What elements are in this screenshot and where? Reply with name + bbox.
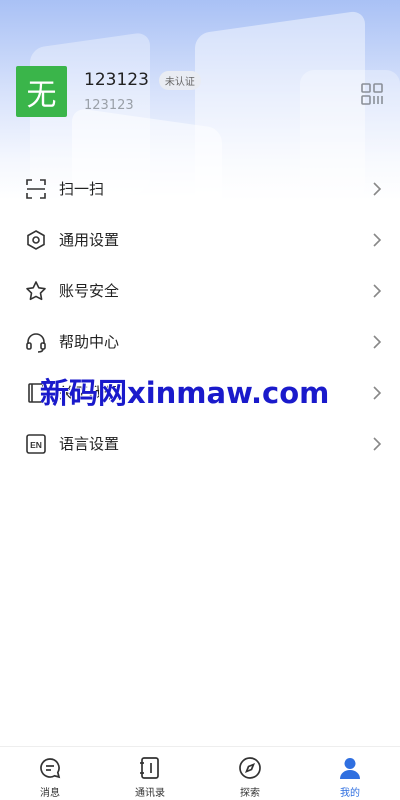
compass-icon bbox=[239, 757, 261, 779]
menu-item-account-security[interactable]: 账号安全 bbox=[0, 265, 400, 316]
verification-badge: 未认证 bbox=[158, 70, 201, 90]
chat-icon bbox=[40, 758, 61, 779]
star-icon bbox=[25, 280, 47, 302]
chevron-right-icon bbox=[373, 385, 382, 400]
tab-me[interactable]: 我的 bbox=[300, 747, 400, 800]
hexagon-settings-icon bbox=[25, 229, 47, 251]
menu-item-label: 账号安全 bbox=[59, 282, 120, 300]
headset-icon bbox=[25, 331, 47, 353]
menu-item-label: 扫一扫 bbox=[59, 180, 105, 198]
profile-info: 123123 未认证 123123 bbox=[84, 70, 201, 113]
menu-item-general-settings[interactable]: 通用设置 bbox=[0, 214, 400, 265]
menu-item-label: 语言设置 bbox=[59, 435, 120, 453]
chevron-right-icon bbox=[373, 181, 382, 196]
menu-item-label: 帮助中心 bbox=[59, 333, 120, 351]
qr-code-icon[interactable] bbox=[360, 82, 384, 106]
chevron-right-icon bbox=[373, 283, 382, 298]
tab-explore[interactable]: 探索 bbox=[200, 747, 300, 800]
contacts-icon bbox=[140, 757, 159, 779]
username: 123123 bbox=[84, 70, 149, 90]
chevron-right-icon bbox=[373, 436, 382, 451]
tab-messages[interactable]: 消息 bbox=[0, 747, 100, 800]
tab-label: 通讯录 bbox=[135, 788, 165, 799]
tab-label: 我的 bbox=[340, 788, 360, 799]
tab-label: 探索 bbox=[240, 788, 260, 799]
svg-text:EN: EN bbox=[30, 440, 42, 450]
chevron-right-icon bbox=[373, 232, 382, 247]
avatar[interactable]: 无 bbox=[16, 66, 67, 117]
settings-menu: 扫一扫 通用设置 账号安全 帮助中心 关于我们 EN 语言设置 bbox=[0, 163, 400, 469]
tab-contacts[interactable]: 通讯录 bbox=[100, 747, 200, 800]
profile-card[interactable]: 无 123123 未认证 123123 bbox=[16, 66, 201, 117]
menu-item-language-settings[interactable]: EN 语言设置 bbox=[0, 418, 400, 469]
tab-label: 消息 bbox=[40, 788, 60, 799]
scan-icon bbox=[25, 178, 47, 200]
menu-item-label: 通用设置 bbox=[59, 231, 120, 249]
watermark: 新码网xinmaw.com bbox=[40, 376, 330, 410]
account-id: 123123 bbox=[84, 98, 134, 113]
en-language-icon: EN bbox=[25, 433, 47, 455]
chevron-right-icon bbox=[373, 334, 382, 349]
menu-item-scan[interactable]: 扫一扫 bbox=[0, 163, 400, 214]
menu-item-help-center[interactable]: 帮助中心 bbox=[0, 316, 400, 367]
person-icon bbox=[340, 758, 360, 779]
bottom-tab-bar: 消息 通讯录 探索 我的 bbox=[0, 746, 400, 800]
